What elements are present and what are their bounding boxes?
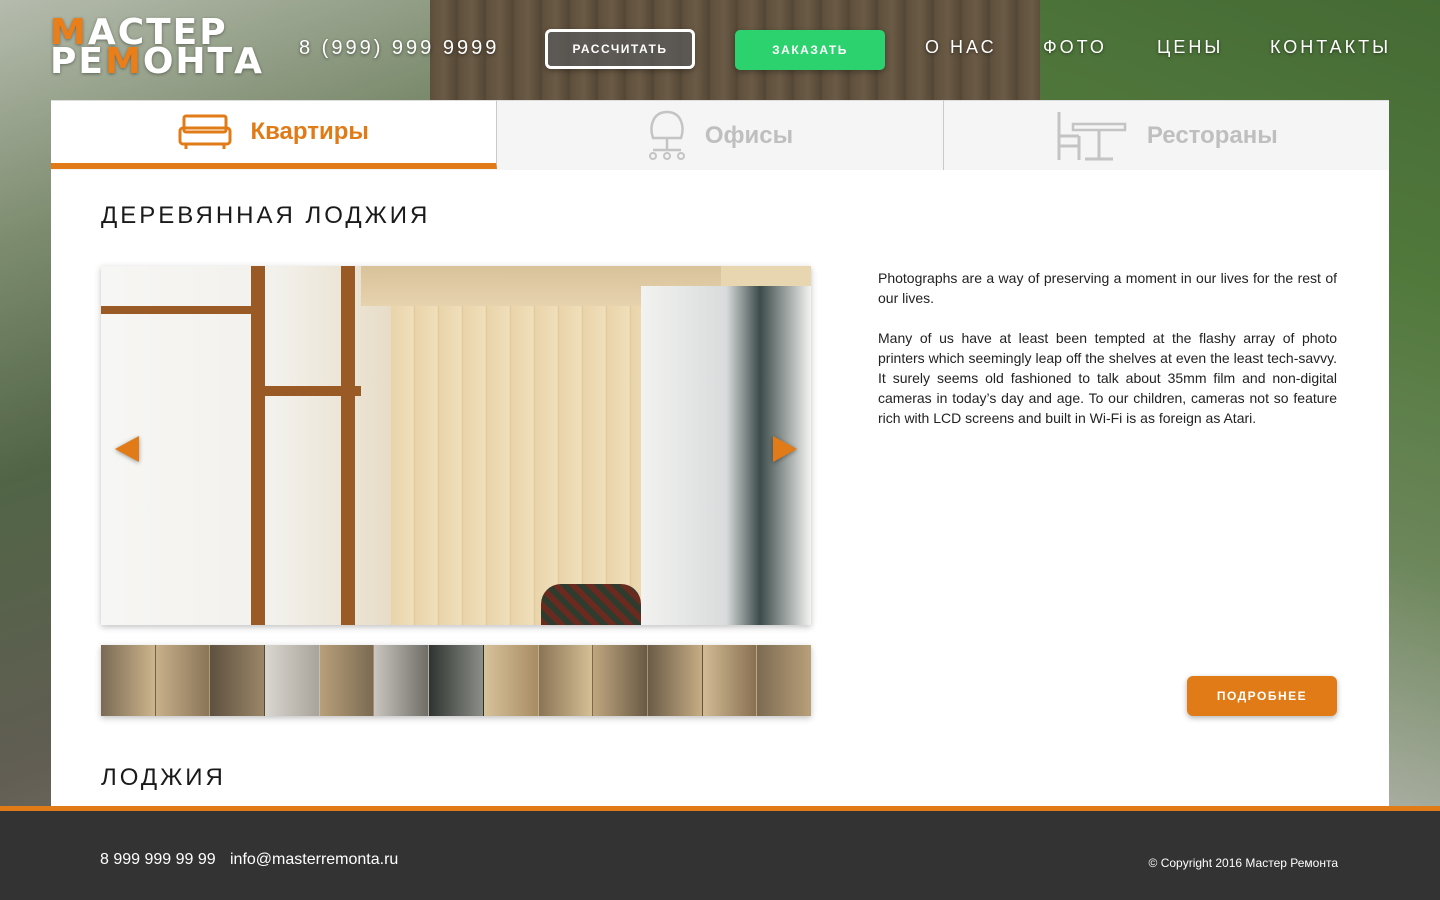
category-tabs: Квартиры Офисы Рестораны: [51, 100, 1389, 170]
description-paragraph: Photographs are a way of preserving a mo…: [878, 270, 1337, 306]
nav-item-prices[interactable]: ЦЕНЫ: [1157, 37, 1223, 58]
footer-copyright: © Copyright 2016 Мастер Ремонта: [1148, 856, 1338, 870]
section-title: ДЕРЕВЯННАЯ ЛОДЖИЯ: [101, 202, 431, 229]
nav-item-photo[interactable]: ФОТО: [1043, 37, 1107, 58]
footer-email[interactable]: info@masterremonta.ru: [230, 851, 398, 869]
thumbnail[interactable]: [593, 645, 648, 716]
gallery-main-photo: [101, 266, 811, 625]
tab-label: Рестораны: [1146, 121, 1278, 149]
thumbnail[interactable]: [647, 645, 703, 716]
thumbnail[interactable]: [101, 645, 156, 716]
section-description: Photographs are a way of preserving a mo…: [878, 268, 1337, 448]
thumbnail[interactable]: [757, 645, 811, 716]
content-panel: ДЕРЕВЯННАЯ ЛОДЖИЯ Photographs are a way …: [51, 170, 1389, 806]
nav-item-contacts[interactable]: КОНТАКТЫ: [1270, 37, 1391, 58]
thumbnail[interactable]: [429, 645, 484, 716]
footer-phone[interactable]: 8 999 999 99 99: [100, 851, 216, 869]
sofa-icon: [178, 114, 232, 149]
table-icon: [1057, 111, 1127, 160]
description-paragraph: Many of us have at least been tempted at…: [878, 330, 1337, 426]
more-details-button[interactable]: ПОДРОБНЕЕ: [1187, 676, 1337, 716]
gallery-next-arrow[interactable]: [773, 436, 797, 462]
thumbnail[interactable]: [374, 645, 430, 716]
thumbnail[interactable]: [155, 645, 211, 716]
thumbnail[interactable]: [483, 645, 539, 716]
thumbnail[interactable]: [210, 645, 266, 716]
site-header: МАСТЕР РЕМОНТА 8 (999) 999 9999 РАССЧИТА…: [0, 0, 1440, 100]
site-footer: 8 999 999 99 99 info@masterremonta.ru © …: [0, 806, 1440, 900]
thumbnail[interactable]: [319, 645, 375, 716]
tab-label: Офисы: [704, 121, 794, 149]
gallery-thumbnails: [101, 645, 811, 716]
tab-offices[interactable]: Офисы: [497, 100, 944, 170]
nav-item-about[interactable]: О НАС: [925, 37, 997, 58]
gallery-prev-arrow[interactable]: [115, 436, 139, 462]
thumbnail[interactable]: [538, 645, 594, 716]
tab-restaurants[interactable]: Рестораны: [943, 100, 1389, 170]
tab-apartments[interactable]: Квартиры: [51, 100, 498, 169]
main-nav: О НАС ФОТО ЦЕНЫ КОНТАКТЫ: [0, 37, 1440, 61]
tab-label: Квартиры: [250, 118, 369, 145]
thumbnail[interactable]: [265, 645, 320, 716]
thumbnail[interactable]: [702, 645, 758, 716]
chair-icon: [648, 110, 685, 160]
section-title: ЛОДЖИЯ: [101, 764, 226, 791]
